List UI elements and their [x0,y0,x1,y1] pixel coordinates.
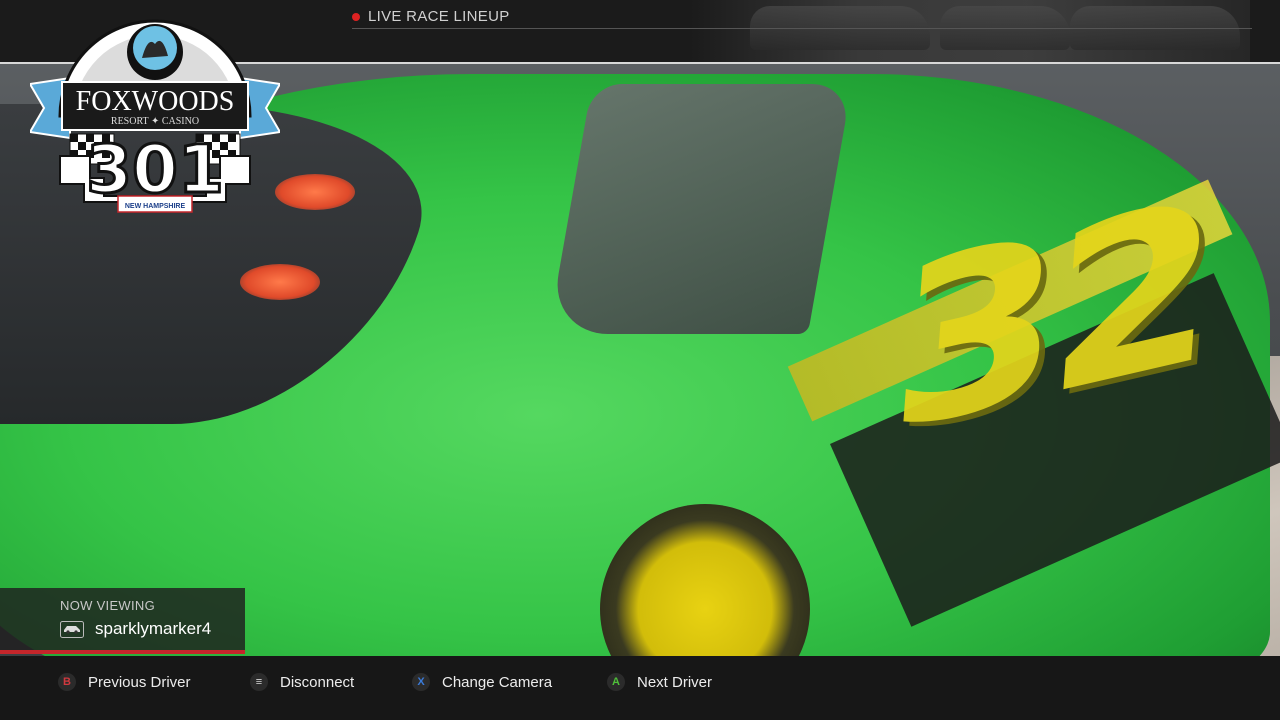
next-driver-label: Next Driver [637,673,713,691]
logo-subtitle-text: RESORT ✦ CASINO [111,116,199,127]
b-button-icon: B [58,673,76,691]
x-button-icon: X [412,673,430,691]
control-hints-bar: B Previous Driver ≡ Disconnect X Change … [0,656,1280,720]
custom-car-icon [60,621,84,638]
change-camera-button[interactable]: X Change Camera [412,670,552,694]
now-viewing-label: NOW VIEWING [60,598,156,613]
topbar-divider [352,28,1252,29]
viewed-driver-name: sparklymarker4 [95,619,212,638]
lineup-preview-image [690,0,1250,62]
now-viewing-panel: NOW VIEWING sparklymarker4 [0,588,245,654]
event-logo: FOXWOODS RESORT ✦ CASINO 301 NEW HAMPSHI… [28,6,282,218]
tail-light [275,174,355,210]
now-viewing-accent-bar [0,650,245,654]
logo-brand-text: FOXWOODS [76,86,235,117]
logo-track-text: NEW HAMPSHIRE [125,203,186,210]
change-camera-label: Change Camera [442,673,553,691]
disconnect-label: Disconnect [280,673,355,691]
live-indicator-dot [352,13,360,21]
live-race-lineup-label: LIVE RACE LINEUP [368,8,510,25]
a-button-icon: A [607,673,625,691]
disconnect-button[interactable]: ≡ Disconnect [250,670,354,694]
race-car-side-window [547,84,853,334]
previous-driver-label: Previous Driver [88,673,191,691]
menu-button-icon: ≡ [250,673,268,691]
tail-light [240,264,320,300]
previous-driver-button[interactable]: B Previous Driver [58,670,191,694]
next-driver-button[interactable]: A Next Driver [607,670,712,694]
